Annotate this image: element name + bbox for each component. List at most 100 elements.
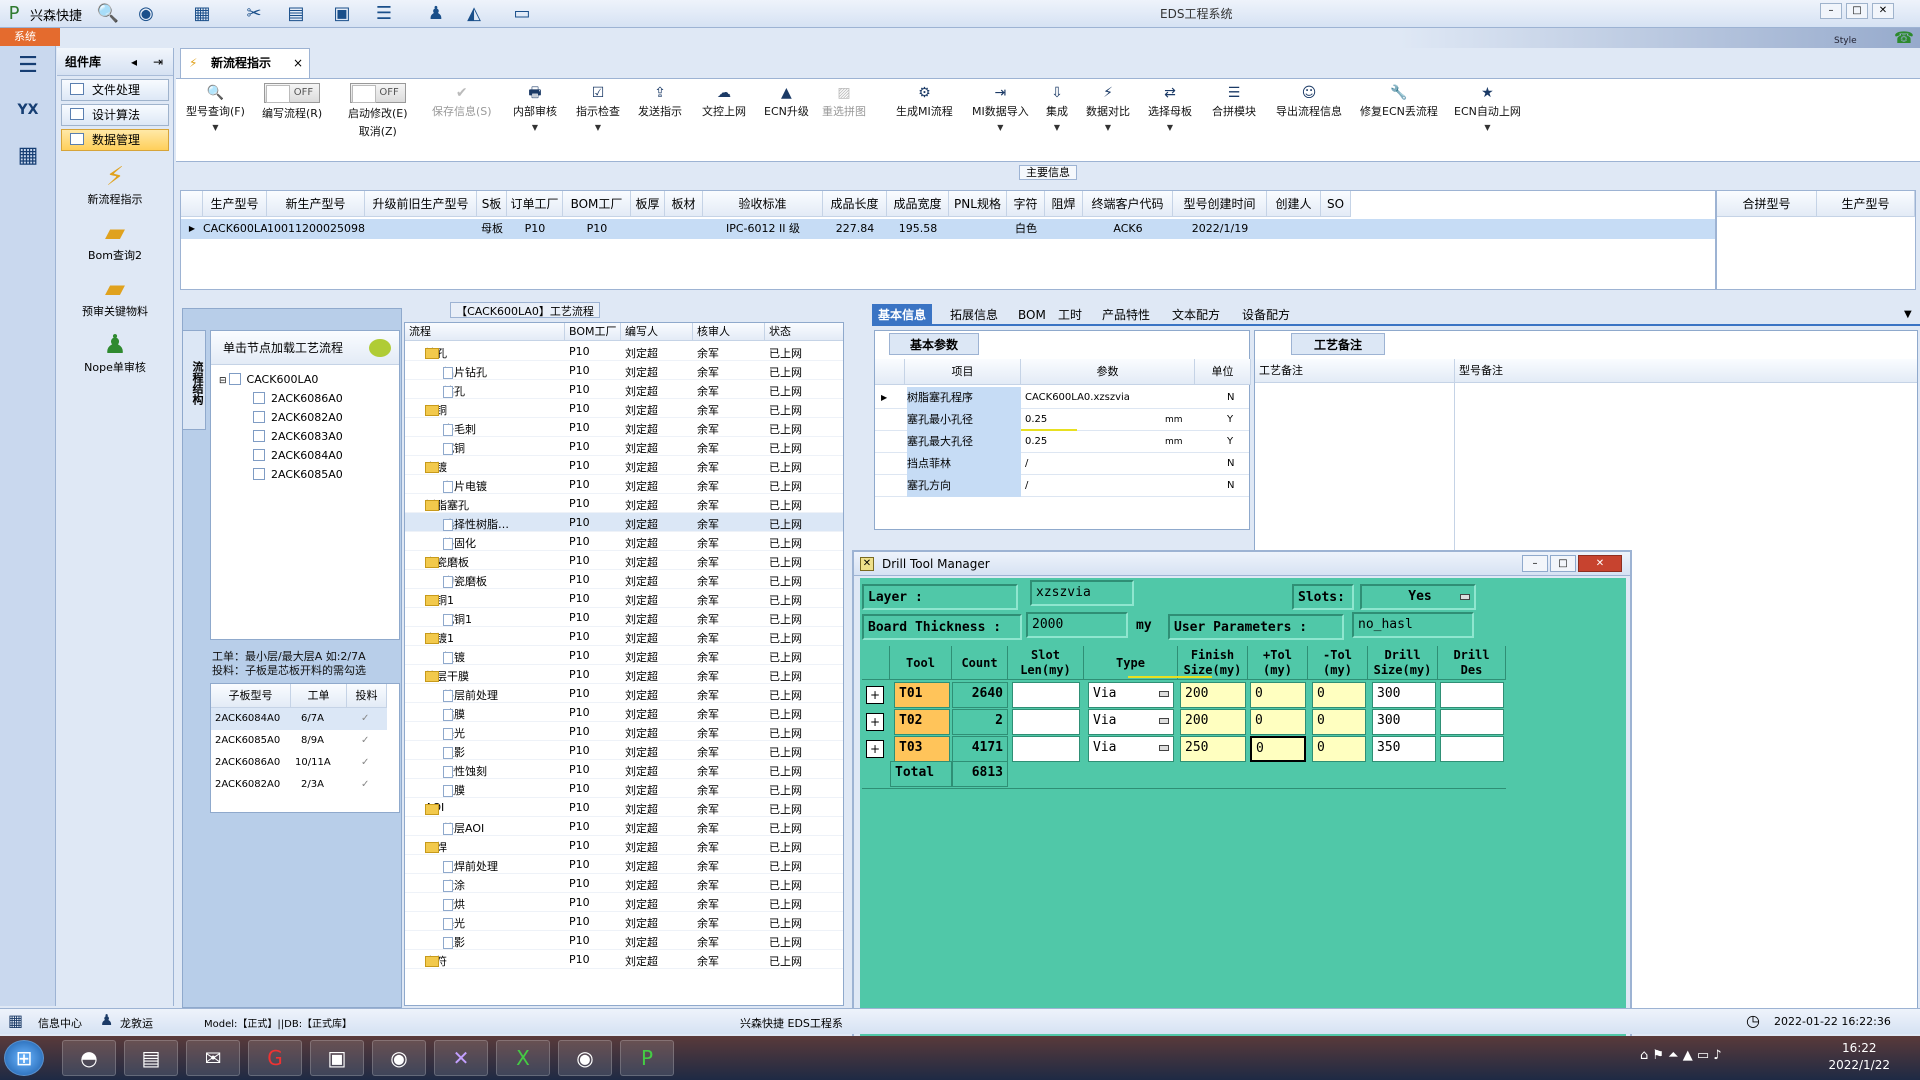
list-item[interactable]: 沉铜1 P10 刘定超 余军 已上网 bbox=[405, 589, 843, 608]
column-header[interactable]: Drill Size(my) bbox=[1368, 646, 1438, 680]
tab-text-recipe[interactable]: 文本配方 bbox=[1166, 304, 1226, 326]
dtm-maximize-button[interactable]: □ bbox=[1550, 555, 1576, 572]
tool-prereview[interactable]: ▰ 预审关键物料 bbox=[57, 275, 173, 319]
table-row[interactable]: 塞孔最小孔径 0.25 mm Y bbox=[875, 409, 1249, 431]
list-item[interactable]: 显影 P10 刘定超 余军 已上网 bbox=[405, 931, 843, 950]
tree-node[interactable]: 2ACK6084A0 bbox=[253, 449, 343, 462]
table-row[interactable]: 2ACK6082A0 2/3A ✓ bbox=[211, 774, 387, 796]
tab-product-features[interactable]: 产品特性 bbox=[1096, 304, 1156, 326]
list-item[interactable]: 字符P10刘定超余军已上网 bbox=[405, 950, 843, 969]
table-cell[interactable]: 195.58 bbox=[887, 219, 949, 239]
taskbar-app-eds[interactable]: P bbox=[620, 1040, 674, 1076]
save-info-button[interactable]: ✔ 保存信息(S) bbox=[432, 83, 492, 119]
user-icon[interactable]: ♟ bbox=[424, 2, 448, 26]
tree-root[interactable]: ⊟ CACK600LA0 bbox=[219, 373, 318, 386]
list-item[interactable]: 沉铜1 P10 刘定超 余军 已上网 bbox=[405, 608, 843, 627]
taskbar-app-save[interactable]: ▣ bbox=[310, 1040, 364, 1076]
internal-review-button[interactable]: 🖶 内部审核 ▼ bbox=[513, 83, 557, 132]
table-cell[interactable]: 10011200025098 bbox=[267, 219, 365, 239]
table-cell[interactable]: ACK6 bbox=[1083, 219, 1173, 239]
finish-size-field[interactable]: 250 bbox=[1180, 736, 1246, 762]
write-flow-toggle[interactable]: OFF 编写流程(R) bbox=[262, 83, 322, 121]
column-header[interactable]: SO bbox=[1321, 191, 1351, 217]
type-select[interactable]: Via bbox=[1088, 709, 1174, 735]
taskbar-clock[interactable]: 16:22 2022/1/22 bbox=[1828, 1040, 1890, 1074]
tool-nope-review[interactable]: ♟ Nope单审核 bbox=[57, 331, 173, 375]
calculator-icon[interactable]: ▦ bbox=[10, 140, 46, 172]
style-label[interactable]: Style bbox=[1834, 36, 1857, 46]
expand-row-button[interactable]: + bbox=[866, 713, 884, 731]
check-instruction-button[interactable]: ☑ 指示检查 ▼ bbox=[576, 83, 620, 132]
column-header[interactable]: 型号创建时间 bbox=[1173, 191, 1267, 217]
column-header[interactable]: 升级前旧生产型号 bbox=[365, 191, 477, 217]
tree-checkbox[interactable] bbox=[253, 430, 265, 442]
column-header[interactable]: 流程 bbox=[405, 323, 565, 341]
chevron-down-icon[interactable]: ▼ bbox=[1898, 304, 1918, 326]
column-header[interactable]: 生产型号 bbox=[203, 191, 267, 217]
data-compare-button[interactable]: ⚡ 数据对比 ▼ bbox=[1086, 83, 1130, 132]
table-cell[interactable]: CACK600LA0 bbox=[203, 219, 275, 239]
doc-online-button[interactable]: ☁ 文控上网 bbox=[702, 83, 746, 119]
slot-len-field[interactable] bbox=[1012, 682, 1080, 708]
table-row[interactable]: ▶ 树脂塞孔程序 CACK600LA0.xzszvia N bbox=[875, 387, 1249, 409]
slot-len-field[interactable] bbox=[1012, 709, 1080, 735]
column-header[interactable]: +Tol (my) bbox=[1248, 646, 1308, 680]
drill-des-field[interactable] bbox=[1440, 709, 1504, 735]
checkbox-icon[interactable]: ✓ bbox=[361, 752, 369, 774]
user-params-field[interactable]: no_hasl bbox=[1352, 612, 1474, 638]
process-remark-header[interactable]: 工艺备注 bbox=[1255, 359, 1455, 383]
taskbar-app-shell[interactable]: ◓ bbox=[62, 1040, 116, 1076]
column-header[interactable]: BOM工厂 bbox=[563, 191, 631, 217]
start-edit-toggle[interactable]: OFF 启动修改(E) 取消(Z) bbox=[348, 83, 408, 139]
lib-button-file[interactable]: 文件处理 bbox=[61, 79, 169, 101]
list-item[interactable]: 阻焊前处理 P10 刘定超 余军 已上网 bbox=[405, 855, 843, 874]
list-item[interactable]: 外层干膜 P10 刘定超 余军 已上网 bbox=[405, 665, 843, 684]
board-thickness-field[interactable]: 2000 bbox=[1026, 612, 1128, 638]
column-header[interactable]: 核审人 bbox=[693, 323, 765, 341]
column-header[interactable]: Type bbox=[1084, 646, 1178, 680]
send-instruction-button[interactable]: ⇪ 发送指示 bbox=[638, 83, 682, 119]
table-row[interactable]: 2ACK6086A0 10/11A ✓ bbox=[211, 752, 387, 774]
checkbox-icon[interactable]: ✓ bbox=[361, 774, 369, 796]
system-tab[interactable]: 系统 bbox=[0, 28, 60, 46]
table-cell[interactable]: IPC-6012 II 级 bbox=[703, 219, 823, 239]
taskbar-app-x[interactable]: ✕ bbox=[434, 1040, 488, 1076]
tree-node[interactable]: 2ACK6082A0 bbox=[253, 411, 343, 424]
taskbar-app-excel[interactable]: X bbox=[496, 1040, 550, 1076]
type-select[interactable]: Via bbox=[1088, 736, 1174, 762]
load-flow-hint[interactable]: 单击节点加载工艺流程 bbox=[211, 331, 399, 365]
tab-extended-info[interactable]: 拓展信息 bbox=[944, 304, 1004, 326]
search-icon[interactable]: 🔍 bbox=[96, 2, 120, 26]
tree-node[interactable]: 2ACK6083A0 bbox=[253, 430, 343, 443]
list-item[interactable]: 板镀 P10 刘定超 余军 已上网 bbox=[405, 646, 843, 665]
tree-checkbox[interactable] bbox=[228, 373, 241, 385]
generate-mi-flow-button[interactable]: ⚙ 生成MI流程 bbox=[896, 83, 953, 119]
taskbar-app-eye2[interactable]: ◉ bbox=[558, 1040, 612, 1076]
column-header[interactable]: 阻焊 bbox=[1045, 191, 1083, 217]
table-row[interactable]: 2ACK6085A0 8/9A ✓ bbox=[211, 730, 387, 752]
column-header[interactable]: 编写人 bbox=[621, 323, 693, 341]
type-select[interactable]: Via bbox=[1088, 682, 1174, 708]
column-header[interactable]: 终端客户代码 bbox=[1083, 191, 1173, 217]
column-header[interactable]: BOM工厂 bbox=[565, 323, 621, 341]
column-header[interactable]: Drill Des bbox=[1438, 646, 1506, 680]
column-header[interactable]: 成品长度 bbox=[823, 191, 887, 217]
list-item[interactable]: 终固化 P10 刘定超 余军 已上网 bbox=[405, 532, 843, 551]
drill-des-field[interactable] bbox=[1440, 736, 1504, 762]
flow-structure-tab[interactable]: 流程结构 bbox=[182, 330, 206, 430]
fix-ecn-button[interactable]: 🔧 修复ECN丢流程 bbox=[1360, 83, 1438, 119]
list-icon[interactable]: ☰ bbox=[372, 2, 396, 26]
tree-node[interactable]: 2ACK6085A0 bbox=[253, 468, 343, 481]
yx-logo-icon[interactable]: YX bbox=[10, 94, 46, 126]
tab-basic-info[interactable]: 基本信息 bbox=[872, 304, 933, 326]
model-query-button[interactable]: 🔍 型号查询(F) ▼ bbox=[186, 83, 245, 132]
film-icon[interactable]: ▤ bbox=[284, 2, 308, 26]
chevron-left-icon[interactable]: ◂ bbox=[131, 48, 137, 76]
plus-tol-field[interactable]: 0 bbox=[1250, 682, 1306, 708]
column-header[interactable]: Tool bbox=[890, 646, 952, 680]
column-header[interactable]: Count bbox=[952, 646, 1008, 680]
column-header[interactable]: -Tol (my) bbox=[1308, 646, 1368, 680]
checkbox-icon[interactable]: ✓ bbox=[361, 708, 369, 730]
list-item[interactable]: 曝光 P10 刘定超 余军 已上网 bbox=[405, 722, 843, 741]
list-item[interactable]: 外层前处理 P10 刘定超 余军 已上网 bbox=[405, 684, 843, 703]
